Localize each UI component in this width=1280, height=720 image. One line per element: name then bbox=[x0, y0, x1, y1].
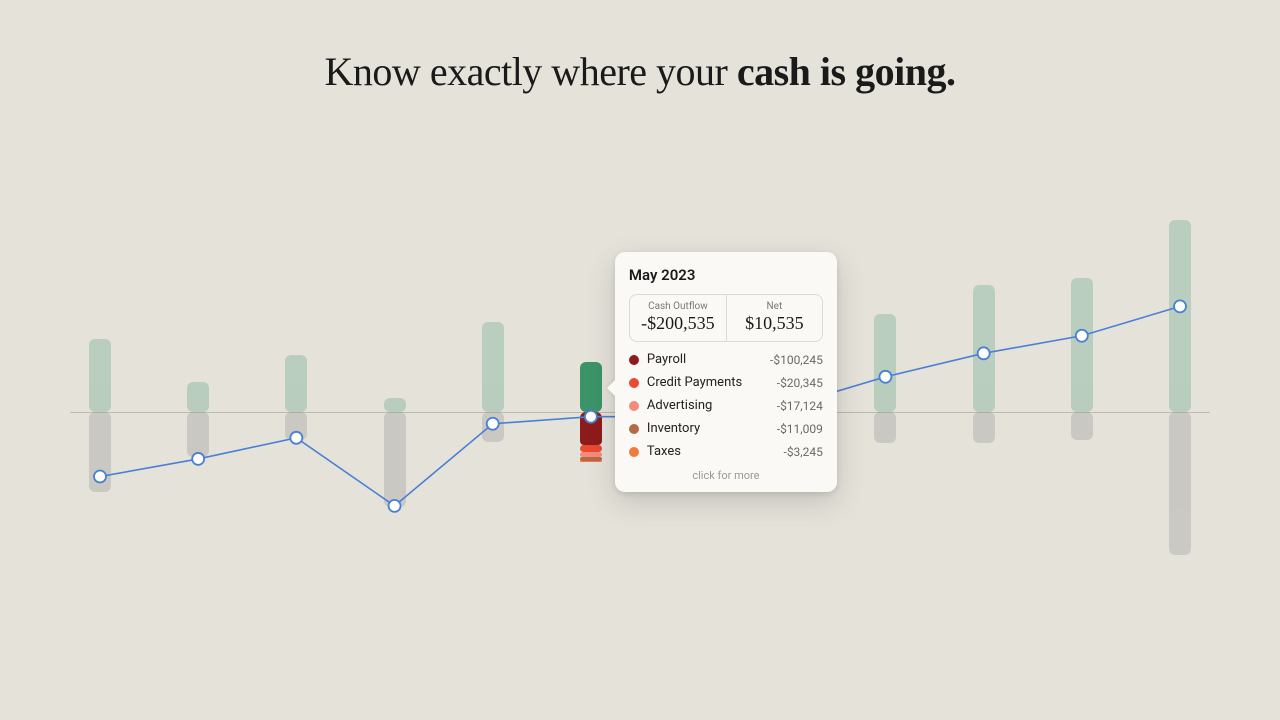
net-line-dot[interactable] bbox=[1076, 330, 1088, 342]
legend-swatch bbox=[629, 355, 639, 365]
legend-swatch bbox=[629, 401, 639, 411]
net-line-dot[interactable] bbox=[585, 411, 597, 423]
tooltip-row-amount: -$20,345 bbox=[777, 376, 823, 390]
tooltip-row-label: Credit Payments bbox=[647, 375, 769, 390]
net-line-dot[interactable] bbox=[487, 418, 499, 430]
tooltip-row-label: Inventory bbox=[647, 421, 769, 436]
tooltip-row-amount: -$3,245 bbox=[784, 445, 823, 459]
net-line-dot[interactable] bbox=[978, 347, 990, 359]
tooltip-footer-link[interactable]: click for more bbox=[629, 469, 823, 482]
headline-strong: cash is going. bbox=[737, 49, 956, 94]
tooltip-row-label: Taxes bbox=[647, 444, 776, 459]
net-line-dot[interactable] bbox=[389, 500, 401, 512]
tooltip-kpi-row: Cash Outflow -$200,535 Net $10,535 bbox=[629, 294, 823, 342]
net-line-dot[interactable] bbox=[192, 453, 204, 465]
tooltip-month: May 2023 bbox=[629, 266, 823, 284]
kpi-net-value: $10,535 bbox=[731, 313, 818, 334]
kpi-outflow-label: Cash Outflow bbox=[634, 301, 722, 312]
headline-text: Know exactly where your bbox=[325, 49, 737, 94]
tooltip-row: Payroll -$100,245 bbox=[629, 352, 823, 367]
tooltip-row: Credit Payments -$20,345 bbox=[629, 375, 823, 390]
net-line-dot[interactable] bbox=[290, 432, 302, 444]
legend-swatch bbox=[629, 447, 639, 457]
tooltip-row-label: Advertising bbox=[647, 398, 769, 413]
tooltip-row-amount: -$100,245 bbox=[770, 353, 823, 367]
net-line-dot[interactable] bbox=[1174, 300, 1186, 312]
tooltip-row-amount: -$17,124 bbox=[777, 399, 823, 413]
legend-swatch bbox=[629, 424, 639, 434]
tooltip-row: Advertising -$17,124 bbox=[629, 398, 823, 413]
kpi-outflow-value: -$200,535 bbox=[634, 313, 722, 334]
tooltip-breakdown-rows: Payroll -$100,245Credit Payments -$20,345 A… bbox=[629, 352, 823, 459]
tooltip-row-amount: -$11,009 bbox=[777, 422, 823, 436]
legend-swatch bbox=[629, 378, 639, 388]
kpi-outflow: Cash Outflow -$200,535 bbox=[630, 295, 726, 341]
tooltip-row: Inventory -$11,009 bbox=[629, 421, 823, 436]
net-line-dot[interactable] bbox=[94, 471, 106, 483]
page-headline: Know exactly where your cash is going. bbox=[0, 48, 1280, 95]
tooltip-row: Taxes -$3,245 bbox=[629, 444, 823, 459]
chart-tooltip-card[interactable]: May 2023 Cash Outflow -$200,535 Net $10,… bbox=[615, 252, 837, 492]
tooltip-row-label: Payroll bbox=[647, 352, 762, 367]
kpi-net-label: Net bbox=[731, 301, 818, 312]
net-line-dot[interactable] bbox=[879, 371, 891, 383]
kpi-net: Net $10,535 bbox=[726, 295, 822, 341]
